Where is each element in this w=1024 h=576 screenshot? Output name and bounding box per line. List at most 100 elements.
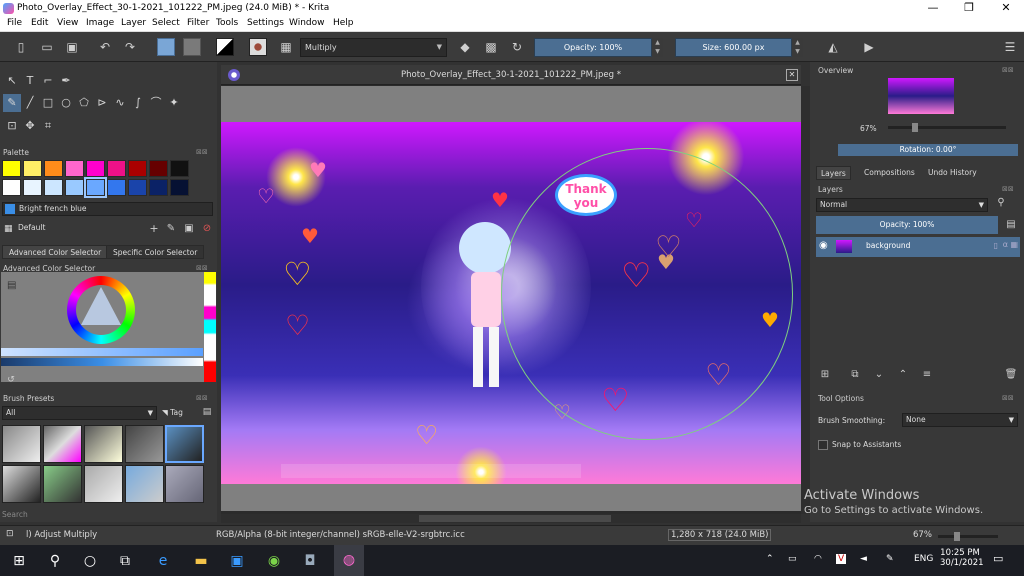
dock-controls-icon[interactable]: ⊠⊠ — [196, 148, 208, 156]
brush-preset-7[interactable] — [43, 465, 82, 503]
value-slider-1[interactable] — [1, 348, 203, 356]
menu-window[interactable]: Window — [289, 18, 325, 28]
brush-preset-4[interactable] — [125, 425, 164, 463]
rectangle-tool-icon[interactable]: □ — [39, 94, 57, 112]
maximize-button[interactable]: ❐ — [951, 0, 987, 17]
opacity-spinner[interactable]: ▲ ▼ — [652, 38, 663, 57]
menu-image[interactable]: Image — [86, 18, 114, 28]
scrollbar-thumb[interactable] — [419, 515, 611, 522]
palette-set-select[interactable]: ▦ Default — [2, 222, 142, 236]
document-tab[interactable]: Photo_Overlay_Effect_30-1-2021_101222_PM… — [221, 65, 801, 85]
duplicate-layer-icon[interactable]: ⧉ — [846, 366, 864, 384]
file-explorer-icon[interactable]: ▬ — [190, 550, 212, 572]
open-folder-icon[interactable]: ▭ — [38, 38, 56, 56]
select-shapes-icon[interactable]: ↖ — [3, 72, 21, 90]
edit-shapes-icon[interactable]: ⌐ — [39, 72, 57, 90]
layer-properties-icon[interactable]: ≡ — [918, 366, 936, 384]
tray-app-icon[interactable]: V — [836, 554, 847, 564]
tray-language[interactable]: ENG — [914, 554, 933, 564]
pattern-fill-icon[interactable] — [183, 38, 201, 56]
tray-chevron-icon[interactable]: ⌃ — [766, 554, 774, 564]
multibrush-icon[interactable]: ✦ — [165, 94, 183, 112]
palette-swatch[interactable] — [2, 160, 21, 177]
tab-undo-history[interactable]: Undo History — [924, 166, 981, 180]
notifications-icon[interactable]: ▭ — [993, 552, 1003, 565]
polyline-tool-icon[interactable]: ⊳ — [93, 94, 111, 112]
dock-controls-icon[interactable]: ⊠⊠ — [1002, 66, 1014, 74]
inherit-alpha-icon[interactable]: ▦ — [1010, 240, 1018, 249]
layer-panel-menu-icon[interactable]: ▤ — [1002, 216, 1020, 234]
fg-bg-color-icon[interactable] — [216, 38, 234, 56]
brush-view-menu-icon[interactable]: ▤ — [198, 403, 216, 421]
blend-mode-select[interactable]: Multiply ▼ — [300, 38, 447, 57]
layer-opacity-slider[interactable]: Opacity: 100% — [816, 216, 998, 234]
rotation-slider[interactable]: Rotation: 0.00° — [838, 144, 1018, 156]
mirror-vertical-icon[interactable]: ▶ — [860, 38, 878, 56]
edit-swatch-icon[interactable]: ✎ — [162, 220, 180, 238]
status-zoom-slider[interactable] — [938, 532, 998, 541]
brush-preset-1[interactable] — [2, 425, 41, 463]
redo-icon[interactable]: ↷ — [121, 38, 139, 56]
brush-preset-2[interactable] — [43, 425, 82, 463]
move-tool-icon[interactable]: ✥ — [21, 117, 39, 135]
polygon-tool-icon[interactable]: ⬠ — [75, 94, 93, 112]
search-icon[interactable]: ⚲ — [44, 550, 66, 572]
brush-preset-9[interactable] — [125, 465, 164, 503]
tray-pen-icon[interactable]: ✎ — [886, 554, 894, 564]
move-layer-down-icon[interactable]: ⌄ — [870, 366, 888, 384]
mirror-horizontal-icon[interactable]: ◭ — [824, 38, 842, 56]
palette-swatch[interactable] — [65, 179, 84, 196]
alpha-icon[interactable]: α — [1003, 240, 1008, 249]
current-color-name[interactable]: Bright french blue — [2, 202, 213, 216]
layer-filter-icon[interactable]: ⚲ — [992, 194, 1010, 212]
freehand-brush-icon[interactable]: ✎ — [3, 94, 21, 112]
new-document-icon[interactable]: ▯ — [12, 38, 30, 56]
menu-select[interactable]: Select — [152, 18, 180, 28]
bezier-tool-icon[interactable]: ∿ — [111, 94, 129, 112]
reload-preset-icon[interactable]: ↻ — [508, 38, 526, 56]
eye-icon[interactable]: ◉ — [819, 240, 828, 251]
layer-blend-select[interactable]: Normal ▼ — [816, 198, 988, 212]
dynamic-brush-icon[interactable]: ⌒ — [147, 94, 165, 112]
zoom-slider[interactable] — [888, 123, 1006, 132]
dock-controls-icon[interactable]: ⊠⊠ — [1002, 185, 1014, 193]
save-icon[interactable]: ▣ — [63, 38, 81, 56]
crop-tool-icon[interactable]: ⌗ — [39, 117, 57, 135]
delete-layer-icon[interactable]: 🗑 — [1002, 366, 1020, 384]
menu-layer[interactable]: Layer — [121, 18, 146, 28]
color-history-strip[interactable] — [204, 272, 216, 382]
brush-preset-icon[interactable] — [249, 38, 267, 56]
brush-filter-select[interactable]: All ▼ — [2, 406, 157, 420]
ellipse-tool-icon[interactable]: ○ — [57, 94, 75, 112]
hue-ring[interactable] — [67, 276, 135, 344]
menu-edit[interactable]: Edit — [31, 18, 48, 28]
calligraphy-icon[interactable]: ✒ — [57, 72, 75, 90]
opacity-slider[interactable]: Opacity: 100% — [534, 38, 652, 57]
snap-to-assistants-checkbox[interactable] — [818, 440, 828, 450]
tab-compositions[interactable]: Compositions — [860, 166, 919, 180]
tag-icon[interactable]: ◥ Tag — [162, 408, 183, 417]
edge-browser-icon[interactable]: e — [152, 550, 174, 572]
palette-swatch[interactable] — [44, 179, 63, 196]
reset-color-icon[interactable]: ↺ — [2, 371, 20, 389]
text-tool-icon[interactable]: T — [21, 72, 39, 90]
layer-row-background[interactable]: ◉ background ▯ α ▦ — [816, 237, 1020, 257]
freehand-path-icon[interactable]: ∫ — [129, 94, 147, 112]
line-tool-icon[interactable]: ╱ — [21, 94, 39, 112]
brush-preset-3[interactable] — [84, 425, 123, 463]
brush-preset-10[interactable] — [165, 465, 204, 503]
size-spinner[interactable]: ▲ ▼ — [792, 38, 803, 57]
tab-specific-color-selector[interactable]: Specific Color Selector — [106, 245, 205, 259]
tray-clock[interactable]: 10:25 PM 30/1/2021 — [940, 548, 984, 568]
dock-controls-icon[interactable]: ⊠⊠ — [1002, 394, 1014, 402]
tab-advanced-color-selector[interactable]: Advanced Color Selector — [2, 245, 109, 259]
menu-tools[interactable]: Tools — [216, 18, 238, 28]
lock-icon[interactable]: ▯ — [994, 241, 998, 250]
tab-layers[interactable]: Layers — [816, 166, 851, 180]
tray-wifi-icon[interactable]: ◠ — [814, 554, 822, 564]
palette-swatch[interactable] — [107, 179, 126, 196]
alpha-lock-icon[interactable]: ▩ — [482, 38, 500, 56]
brush-search-input[interactable]: Search — [2, 510, 28, 519]
menu-filter[interactable]: Filter — [187, 18, 209, 28]
move-layer-up-icon[interactable]: ⌃ — [894, 366, 912, 384]
